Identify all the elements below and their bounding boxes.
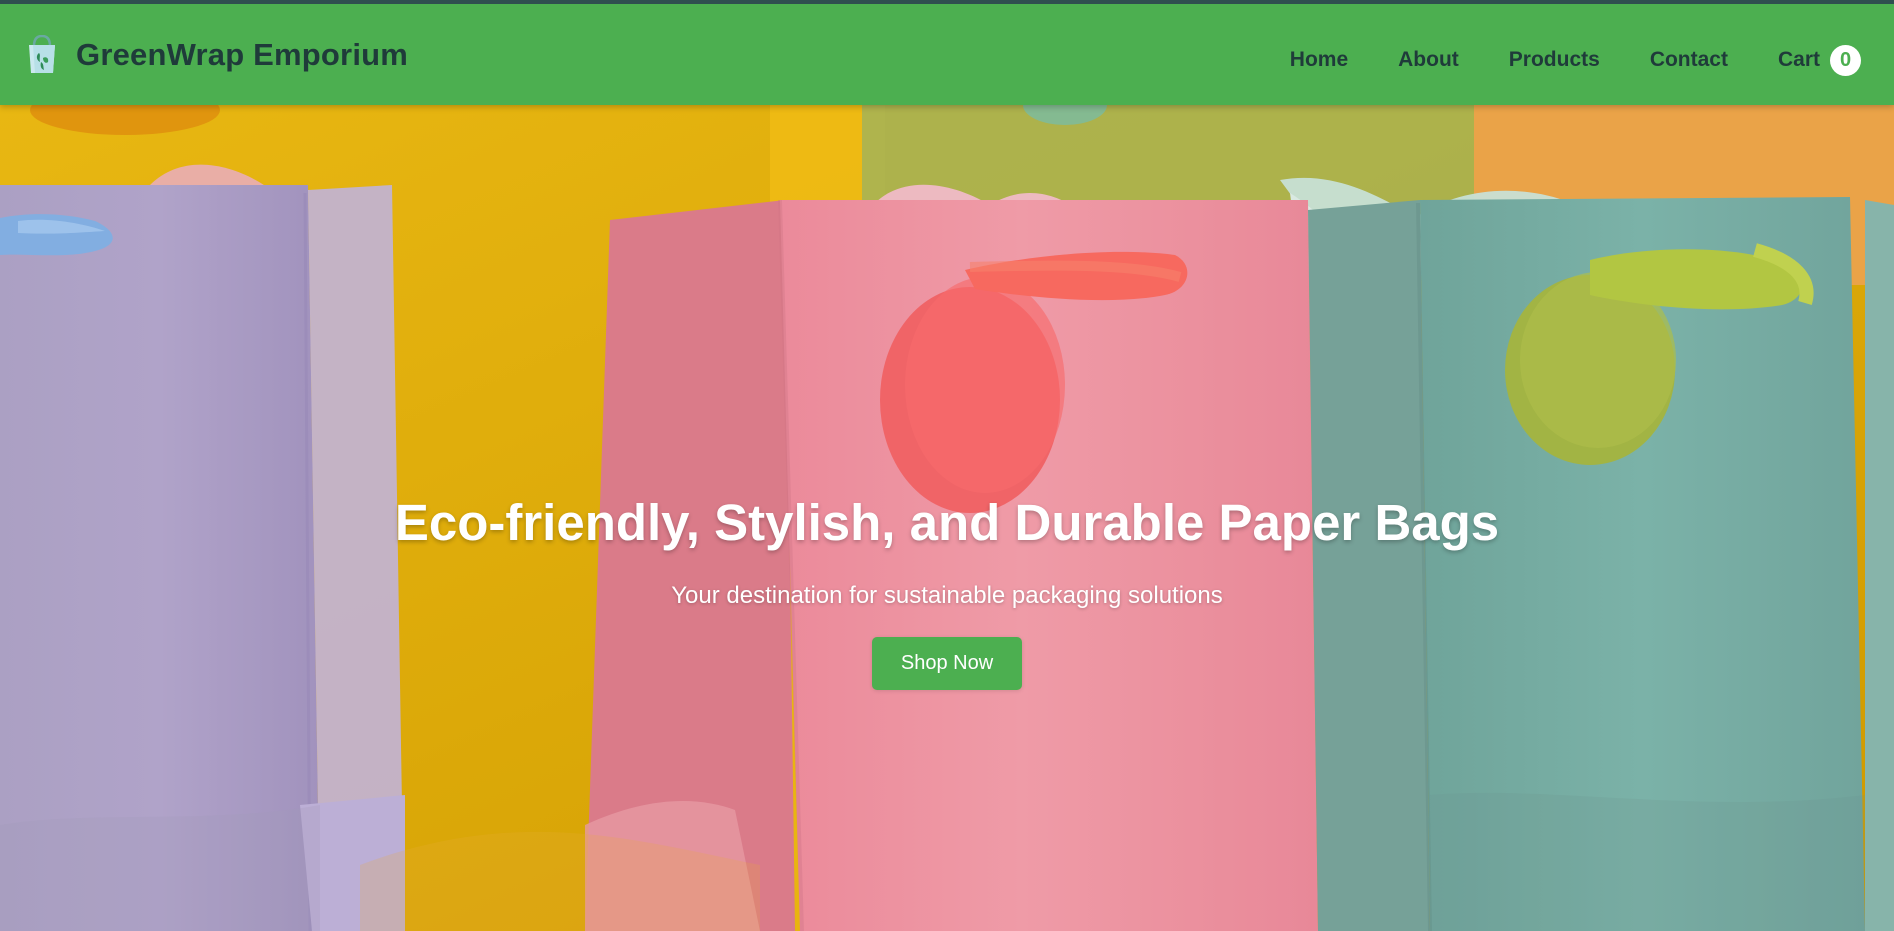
nav-about[interactable]: About (1398, 48, 1459, 72)
site-header: GreenWrap Emporium Home About Products C… (0, 4, 1894, 105)
nav-contact[interactable]: Contact (1650, 48, 1728, 72)
hero-section: Eco-friendly, Stylish, and Durable Paper… (0, 105, 1894, 931)
cart-label: Cart (1777, 48, 1820, 71)
hero-content: Eco-friendly, Stylish, and Durable Paper… (0, 494, 1894, 690)
shop-now-button[interactable]: Shop Now (872, 636, 1022, 690)
top-border (0, 0, 1894, 4)
shopping-bag-icon (29, 35, 55, 73)
hero-subtitle: Your destination for sustainable packagi… (671, 582, 1223, 610)
main-navigation: Home About Products Contact Cart 0 (1290, 44, 1861, 76)
brand-name: GreenWrap Emporium (76, 37, 409, 72)
brand-link[interactable]: GreenWrap Emporium (26, 32, 408, 78)
cart-count-badge: 0 (1830, 44, 1861, 76)
nav-products[interactable]: Products (1509, 48, 1600, 72)
hero-title: Eco-friendly, Stylish, and Durable Paper… (394, 494, 1500, 551)
nav-cart[interactable]: Cart 0 (1777, 44, 1861, 76)
landing-page: GreenWrap Emporium Home About Products C… (0, 0, 1894, 931)
nav-home[interactable]: Home (1290, 48, 1348, 72)
